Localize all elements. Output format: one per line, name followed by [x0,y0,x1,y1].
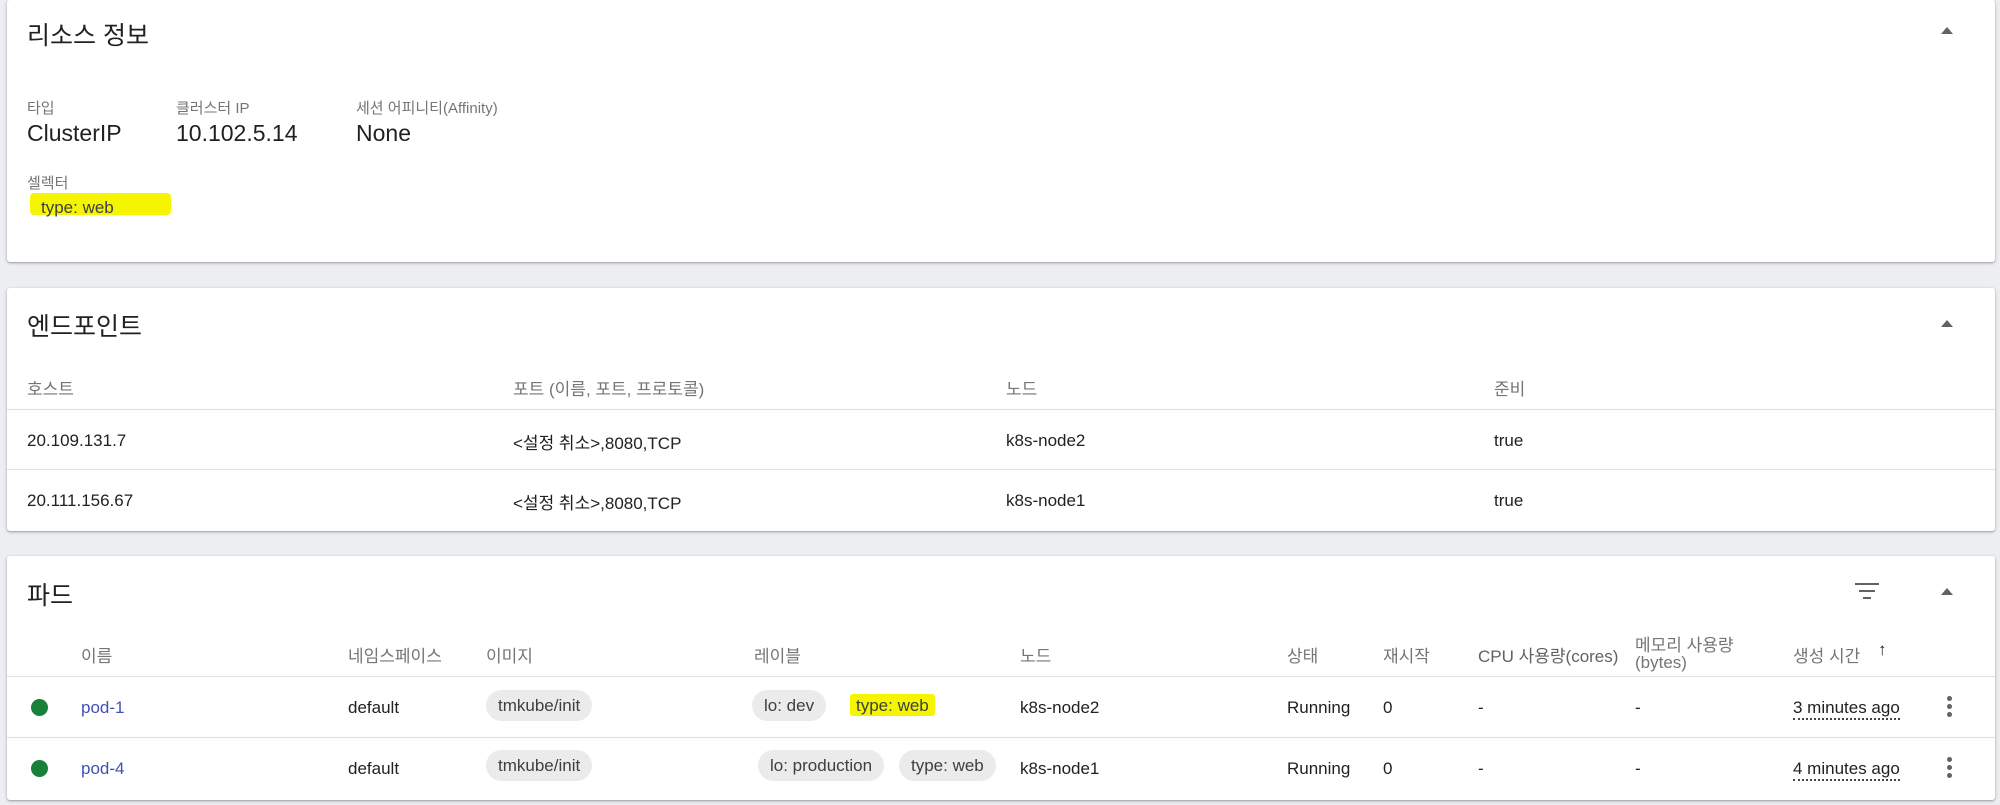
divider [7,469,1995,470]
pod-restarts: 0 [1383,698,1393,717]
endpoints-title: 엔드포인트 [27,313,143,341]
image-chip: tmkube/init [486,750,593,781]
col-status[interactable]: 상태 [1287,642,1318,667]
label-chip: lo: production [758,750,885,781]
col-namespace[interactable]: 네임스페이스 [348,642,442,667]
pods-card: 파드 이름 네임스페이스 이미지 레이블 노드 상태 재시작 CPU 사용량(c… [7,556,1995,800]
pods-title: 파드 [27,582,74,610]
pod-cpu: - [1478,759,1484,778]
divider [7,676,1995,677]
pod-status: Running [1287,698,1351,717]
more-vert-icon[interactable] [1947,757,1953,781]
pod-status: Running [1287,759,1351,778]
status-running-icon [31,699,48,716]
col-node[interactable]: 노드 [1006,375,1037,400]
col-created[interactable]: 생성 시간 [1793,642,1860,667]
label-chip: type: web [899,750,996,781]
endpoint-ports: <설정 취소>,8080,TCP [513,494,682,513]
endpoint-ready: true [1494,431,1524,450]
endpoint-host: 20.109.131.7 [27,431,127,450]
pod-node: k8s-node2 [1020,698,1100,717]
pod-namespace: default [348,759,400,778]
col-memory-unit: (bytes) [1635,653,1687,672]
pod-memory: - [1635,759,1641,778]
endpoint-ready: true [1494,491,1524,510]
chevron-up-icon[interactable] [1941,588,1953,595]
cluster-ip-label: 클러스터 IP [176,100,250,117]
col-labels[interactable]: 레이블 [754,642,801,667]
resource-info-card: 리소스 정보 타입 ClusterIP 클러스터 IP 10.102.5.14 … [7,0,1995,262]
col-restarts[interactable]: 재시작 [1383,642,1430,667]
col-image[interactable]: 이미지 [486,642,533,667]
pod-created[interactable]: 3 minutes ago [1793,698,1900,720]
col-host[interactable]: 호스트 [27,375,74,400]
label-chip: lo: dev [752,690,827,721]
cluster-ip-value: 10.102.5.14 [176,120,298,146]
endpoint-host: 20.111.156.67 [27,491,134,510]
pod-memory: - [1635,698,1641,717]
pod-created[interactable]: 4 minutes ago [1793,759,1900,781]
divider [7,737,1995,738]
col-node[interactable]: 노드 [1020,642,1051,667]
pod-restarts: 0 [1383,759,1393,778]
endpoint-node: k8s-node2 [1006,431,1086,450]
chevron-up-icon[interactable] [1941,320,1953,327]
more-vert-icon[interactable] [1947,696,1953,720]
pod-name-link[interactable]: pod-1 [81,698,124,718]
image-chip: tmkube/init [486,690,593,721]
label-chip: type: web [856,696,929,715]
pod-name-link[interactable]: pod-4 [81,759,124,779]
pod-cpu: - [1478,698,1484,717]
arrow-up-icon[interactable]: ↑ [1878,640,1887,660]
endpoint-ports: <설정 취소>,8080,TCP [513,434,682,453]
endpoints-card: 엔드포인트 호스트 포트 (이름, 포트, 프로토콜) 노드 준비 20.109… [7,288,1995,531]
type-label: 타입 [27,100,55,117]
type-value: ClusterIP [27,120,122,146]
divider [7,409,1995,410]
endpoint-node: k8s-node1 [1006,491,1086,510]
resource-info-title: 리소스 정보 [27,22,149,50]
col-name[interactable]: 이름 [81,642,112,667]
pod-namespace: default [348,698,400,717]
pod-node: k8s-node1 [1020,759,1100,778]
chevron-up-icon[interactable] [1941,27,1953,34]
selector-chip: type: web [41,198,114,217]
col-ports[interactable]: 포트 (이름, 포트, 프로토콜) [513,375,704,400]
filter-icon[interactable] [1855,583,1879,604]
affinity-label: 세션 어피니티(Affinity) [356,100,498,117]
affinity-value: None [356,120,411,146]
selector-label: 셀렉터 [27,175,69,192]
col-ready[interactable]: 준비 [1494,375,1525,400]
status-running-icon [31,760,48,777]
col-cpu[interactable]: CPU 사용량(cores) [1478,642,1618,667]
